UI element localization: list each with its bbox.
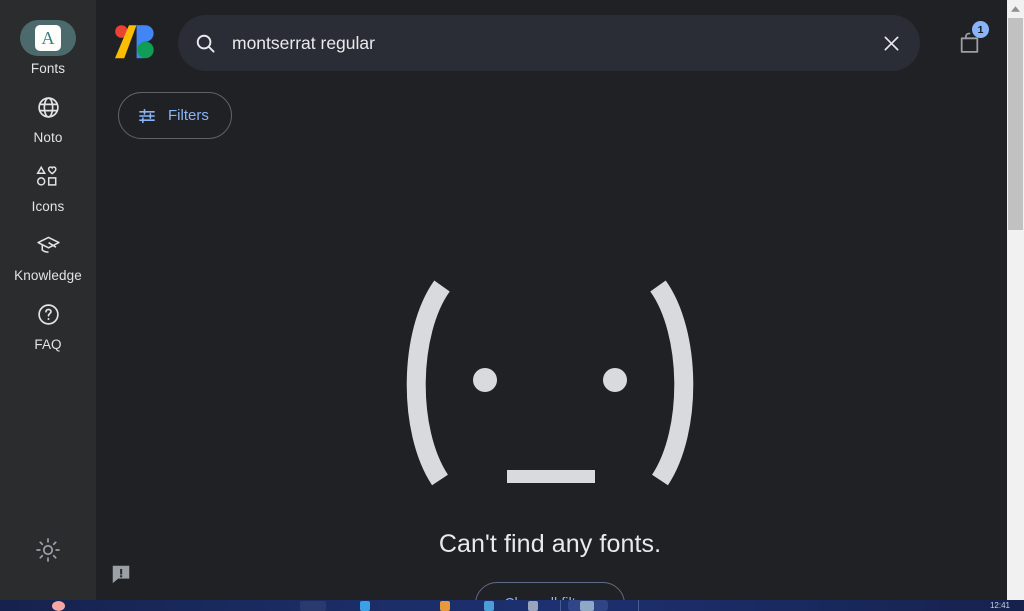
question-circle-icon [37, 303, 59, 325]
vertical-scrollbar[interactable] [1007, 0, 1024, 600]
graduation-cap-icon [36, 236, 60, 253]
fonts-a-icon: A [35, 25, 61, 51]
tune-sliders-icon [139, 108, 155, 123]
sidebar-item-fonts-pill: A [20, 20, 76, 56]
sidebar-item-knowledge[interactable]: Knowledge [0, 227, 96, 283]
google-fonts-window: A Fonts Noto Icons Knowledge FAQ montser… [0, 0, 1024, 611]
empty-state-title: Can't find any fonts. [438, 530, 662, 558]
close-icon [884, 36, 898, 50]
sidebar-item-knowledge-label: Knowledge [14, 268, 82, 283]
bag-badge: 1 [972, 21, 989, 38]
sidebar: A Fonts Noto Icons Knowledge FAQ [0, 0, 96, 600]
windows-taskbar[interactable]: 12:41 [0, 600, 1024, 611]
sidebar-item-icons-label: Icons [31, 199, 65, 214]
sidebar-item-noto[interactable]: Noto [0, 89, 96, 145]
theme-toggle-button[interactable] [34, 536, 62, 564]
search-icon-wrap [178, 32, 232, 55]
photos-icon[interactable] [580, 601, 594, 611]
sidebar-item-noto-pill [20, 89, 76, 125]
taskbar-clock[interactable]: 12:41 [990, 601, 1010, 610]
sidebar-item-icons-pill [20, 158, 76, 194]
send-feedback-button[interactable] [110, 563, 132, 585]
sidebar-item-knowledge-pill [20, 227, 76, 263]
sidebar-item-faq-pill [20, 296, 76, 332]
search-input[interactable] [232, 15, 862, 71]
globe-icon [37, 96, 59, 118]
sidebar-item-fonts-label: Fonts [30, 61, 66, 76]
sidebar-item-faq-label: FAQ [34, 337, 62, 352]
start-orb[interactable] [52, 601, 65, 611]
selection-bag-button[interactable]: 1 [946, 20, 992, 66]
taskbar-divider-left [560, 600, 561, 611]
empty-state: Can't find any fonts. Clear all filters [96, 150, 1004, 611]
sidebar-item-icons[interactable]: Icons [0, 158, 96, 214]
scrollbar-thumb[interactable] [1008, 18, 1023, 230]
google-fonts-logo[interactable] [112, 22, 156, 64]
taskbar-divider-right [638, 600, 639, 611]
google-fonts-logo-icon [115, 25, 154, 59]
edge-icon[interactable] [360, 601, 370, 611]
shapes-icon [36, 165, 57, 186]
filters-button-label: Filters [168, 107, 209, 124]
filters-button[interactable]: Filters [118, 92, 232, 139]
search-pill[interactable] [300, 601, 326, 611]
app-icon[interactable] [528, 601, 538, 611]
search-clear-button[interactable] [862, 15, 920, 71]
explorer-icon[interactable] [440, 601, 450, 611]
scroll-up-arrow-icon[interactable] [1007, 0, 1024, 17]
search-bar[interactable] [178, 15, 920, 71]
store-icon[interactable] [484, 601, 494, 611]
sidebar-item-faq[interactable]: FAQ [0, 296, 96, 352]
sad-face-illustration [395, 280, 705, 495]
search-icon [196, 34, 215, 53]
feedback-icon [112, 565, 130, 584]
sidebar-item-fonts[interactable]: A Fonts [0, 20, 96, 76]
brightness-sun-icon [36, 538, 60, 562]
sidebar-item-noto-label: Noto [33, 130, 63, 145]
